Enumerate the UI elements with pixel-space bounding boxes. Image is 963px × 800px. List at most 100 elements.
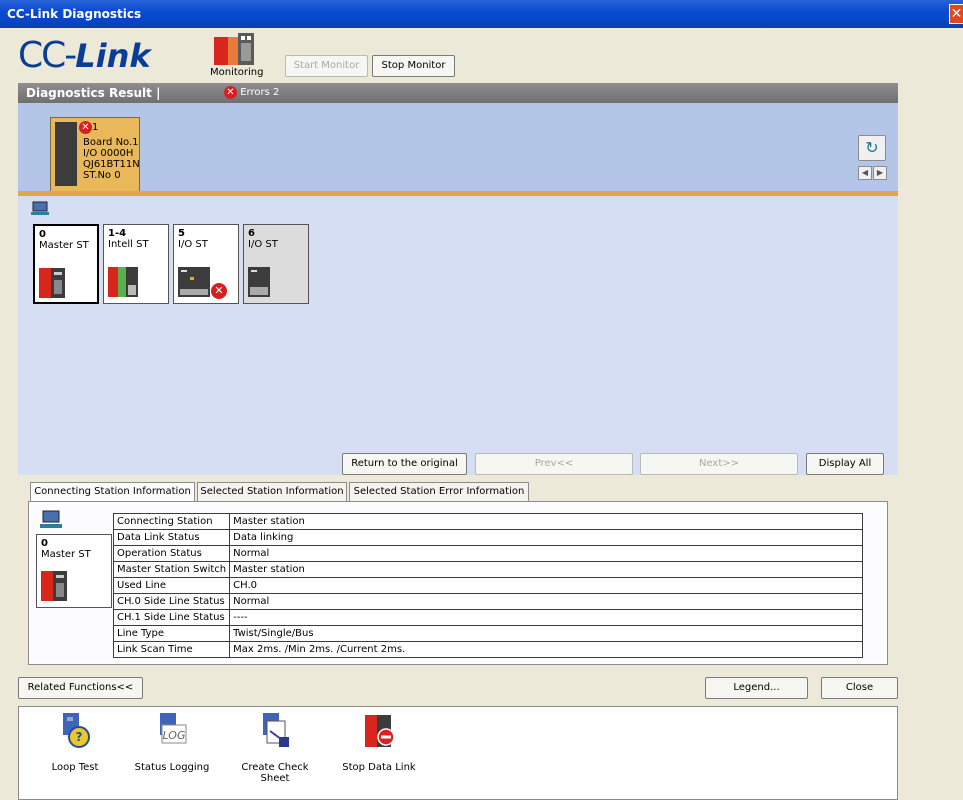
info-key: Used Line <box>112 577 231 594</box>
io-module-icon <box>178 267 210 297</box>
tab-connecting-station-information[interactable]: Connecting Station Information <box>30 482 195 503</box>
window-title: CC-Link Diagnostics <box>7 7 142 21</box>
function-label: Status Logging <box>134 762 210 773</box>
station-master[interactable]: 0 Master ST <box>33 224 99 304</box>
info-key: CH.1 Side Line Status <box>112 609 231 626</box>
table-row: Line Type Twist/Single/Bus <box>112 625 863 642</box>
station-label: I/O ST <box>248 239 278 250</box>
board-error-count: 1 <box>92 122 99 133</box>
station-io-5[interactable]: 5 I/O ST ✕ <box>173 224 239 304</box>
next-button[interactable]: Next>> <box>640 453 798 475</box>
board-line: Board No.1 <box>83 137 139 148</box>
plc-module-icon <box>39 268 65 298</box>
svg-text:LOG: LOG <box>163 729 186 742</box>
close-button[interactable]: Close <box>821 677 898 699</box>
start-monitor-button[interactable]: Start Monitor <box>285 55 368 77</box>
board-error: ✕ 1 <box>79 121 98 134</box>
board-line: QJ61BT11N <box>83 159 140 170</box>
info-value: ---- <box>229 609 863 626</box>
station-io-6[interactable]: 6 I/O ST <box>243 224 309 304</box>
close-window-button[interactable]: ✕ <box>949 4 963 24</box>
info-key: Link Scan Time <box>112 641 231 658</box>
pc-icon <box>40 510 62 528</box>
create-check-sheet-function[interactable]: Create Check Sheet <box>236 711 314 784</box>
panel-master-station: 0 Master ST <box>36 534 112 608</box>
table-row: Used Line CH.0 <box>112 577 863 594</box>
log-icon: LOG <box>160 713 187 744</box>
station-number: 6 <box>248 228 255 239</box>
monitoring-icon[interactable] <box>212 33 260 67</box>
table-row: Link Scan Time Max 2ms. /Min 2ms. /Curren… <box>112 641 863 658</box>
legend-button[interactable]: Legend... <box>705 677 808 699</box>
station-info-table: Connecting Station Master station Data Li… <box>112 513 863 658</box>
info-value: Master station <box>229 561 863 578</box>
station-label: Intell ST <box>108 239 149 250</box>
logo-cc: CC- <box>18 35 77 76</box>
station-intelligent[interactable]: 1-4 Intell ST <box>103 224 169 304</box>
refresh-icon[interactable]: ↻ <box>858 135 886 161</box>
station-error-icon: ✕ <box>211 283 227 299</box>
pc-icon <box>31 201 49 215</box>
board-line: ST.No 0 <box>83 170 121 181</box>
info-key: Data Link Status <box>112 529 231 546</box>
board-chip-icon <box>55 122 77 186</box>
function-label: Stop Data Link <box>342 762 416 773</box>
prev-button[interactable]: Prev<< <box>475 453 633 475</box>
board-no1[interactable]: ✕ 1 Board No.1 I/O 0000H QJ61BT11N ST.No … <box>50 117 140 191</box>
loop-test-function[interactable]: ? Loop Test <box>36 711 114 773</box>
station-number: 5 <box>178 228 185 239</box>
error-icon: ✕ <box>224 86 237 99</box>
station-number: 0 <box>39 229 46 240</box>
info-value: Twist/Single/Bus <box>229 625 863 642</box>
info-key: Connecting Station <box>112 513 231 530</box>
table-row: Data Link Status Data linking <box>112 529 863 546</box>
function-label: Create Check Sheet <box>241 762 309 784</box>
table-row: Master Station Switch Master station <box>112 561 863 578</box>
info-value: Normal <box>229 593 863 610</box>
plc-module-icon <box>41 571 67 601</box>
loop-test-icon: ? <box>63 713 90 748</box>
board-line: I/O 0000H <box>83 148 134 159</box>
check-sheet-icon <box>263 713 289 747</box>
stop-data-link-function[interactable]: Stop Data Link <box>340 711 418 773</box>
scroll-right-icon[interactable]: ▶ <box>873 166 887 180</box>
stop-monitor-button[interactable]: Stop Monitor <box>372 55 455 77</box>
station-label: Master ST <box>41 549 91 560</box>
diagnostics-result-header: Diagnostics Result | ✕ Errors 2 <box>18 83 898 103</box>
stop-data-link-icon <box>365 715 395 747</box>
return-to-original-button[interactable]: Return to the original <box>342 453 467 475</box>
station-number: 0 <box>41 538 48 549</box>
monitoring-label: Monitoring <box>210 67 264 78</box>
title-bar: CC-Link Diagnostics ✕ <box>0 0 963 28</box>
scroll-left-icon[interactable]: ◀ <box>858 166 872 180</box>
function-label: Loop Test <box>51 762 99 773</box>
display-all-button[interactable]: Display All <box>806 453 884 475</box>
svg-text:?: ? <box>76 730 83 744</box>
table-row: Connecting Station Master station <box>112 513 863 530</box>
info-key: CH.0 Side Line Status <box>112 593 231 610</box>
errors-count: ✕ Errors 2 <box>224 86 279 99</box>
info-key: Master Station Switch <box>112 561 231 578</box>
station-number: 1-4 <box>108 228 127 239</box>
info-key: Line Type <box>112 625 231 642</box>
error-icon: ✕ <box>79 121 92 134</box>
info-value: Data linking <box>229 529 863 546</box>
logo-link: Link <box>75 37 151 75</box>
station-label: I/O ST <box>178 239 208 250</box>
errors-label: Errors 2 <box>240 87 280 98</box>
diagnostics-result-title: Diagnostics Result | <box>26 86 161 100</box>
status-logging-function[interactable]: LOG Status Logging <box>133 711 211 773</box>
station-label: Master ST <box>39 240 89 251</box>
table-row: CH.0 Side Line Status Normal <box>112 593 863 610</box>
info-value: CH.0 <box>229 577 863 594</box>
cc-link-logo: CC-Link <box>18 36 151 76</box>
related-functions-button[interactable]: Related Functions<< <box>18 677 143 699</box>
info-key: Operation Status <box>112 545 231 562</box>
board-area <box>18 103 898 191</box>
tab-selected-station-information[interactable]: Selected Station Information <box>197 482 347 502</box>
table-row: CH.1 Side Line Status ---- <box>112 609 863 626</box>
tab-selected-station-error-information[interactable]: Selected Station Error Information <box>349 482 529 502</box>
table-row: Operation Status Normal <box>112 545 863 562</box>
info-value: Normal <box>229 545 863 562</box>
info-value: Max 2ms. /Min 2ms. /Current 2ms. <box>229 641 863 658</box>
